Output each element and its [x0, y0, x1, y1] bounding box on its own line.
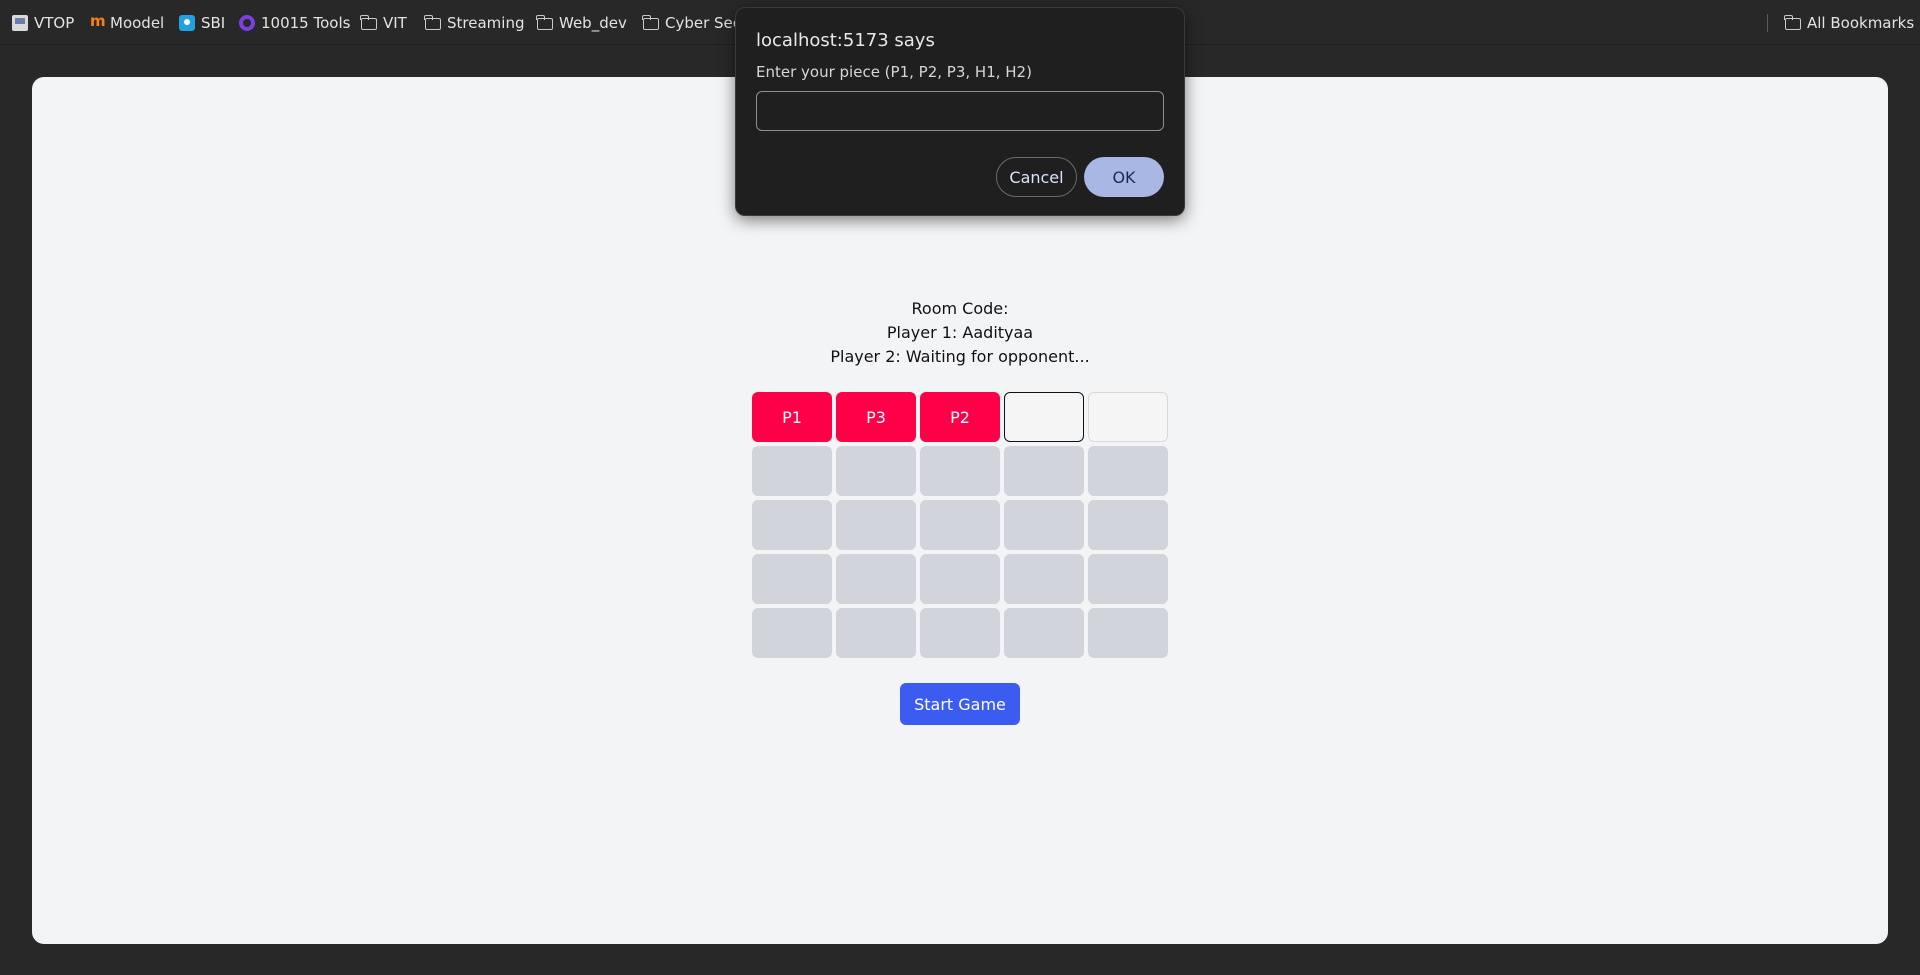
board-cell[interactable]: [1088, 608, 1168, 658]
prompt-dialog: localhost:5173 says Enter your piece (P1…: [735, 7, 1185, 216]
all-bookmarks-button[interactable]: All Bookmarks: [1784, 13, 1914, 33]
bookmarks-separator: [1767, 14, 1768, 32]
board-cell[interactable]: [1088, 554, 1168, 604]
start-game-button[interactable]: Start Game: [900, 683, 1020, 725]
cancel-button[interactable]: Cancel: [996, 157, 1077, 197]
board-cell[interactable]: [1004, 554, 1084, 604]
board-cell[interactable]: P1: [752, 392, 832, 442]
folder-icon: [360, 15, 377, 30]
board-cell[interactable]: P2: [920, 392, 1000, 442]
board-cell-selected[interactable]: [1004, 392, 1084, 442]
dialog-message: Enter your piece (P1, P2, P3, H1, H2): [756, 63, 1032, 81]
game-board: P1 P3 P2: [752, 392, 1172, 658]
bookmark-folder-web-dev[interactable]: Web_dev: [536, 13, 627, 33]
ok-button[interactable]: OK: [1084, 157, 1164, 197]
board-cell[interactable]: [920, 554, 1000, 604]
board-cell[interactable]: [836, 500, 916, 550]
tools-favicon-icon: [239, 15, 255, 31]
bookmark-moodel[interactable]: Moodel: [90, 12, 164, 33]
bookmark-10015-tools[interactable]: 10015 Tools: [239, 13, 350, 33]
board-cell[interactable]: [920, 500, 1000, 550]
bookmark-vtop[interactable]: VTOP: [12, 13, 74, 33]
board-cell[interactable]: [1088, 500, 1168, 550]
board-cell[interactable]: [836, 608, 916, 658]
board-cell[interactable]: [752, 608, 832, 658]
piece-input[interactable]: [756, 91, 1164, 131]
player-2-label: Player 2: Waiting for opponent...: [830, 347, 1090, 366]
board-cell[interactable]: [1088, 392, 1168, 442]
board-cell[interactable]: [836, 554, 916, 604]
player-1-label: Player 1: Aadityaa: [886, 323, 1034, 342]
folder-icon: [642, 15, 659, 30]
board-cell[interactable]: [836, 446, 916, 496]
bookmark-folder-vit[interactable]: VIT: [360, 13, 407, 33]
board-cell[interactable]: [1004, 446, 1084, 496]
board-cell[interactable]: [1088, 446, 1168, 496]
board-cell[interactable]: [920, 446, 1000, 496]
folder-icon: [1784, 15, 1801, 30]
room-info: Room Code: Player 1: Aadityaa Player 2: …: [32, 297, 1888, 369]
folder-icon: [536, 15, 553, 30]
board-cell[interactable]: [752, 500, 832, 550]
bookmark-sbi[interactable]: SBI: [179, 13, 225, 33]
board-cell[interactable]: [752, 446, 832, 496]
board-cell[interactable]: [1004, 608, 1084, 658]
bookmark-folder-streaming[interactable]: Streaming: [424, 13, 524, 33]
sbi-favicon-icon: [179, 15, 195, 31]
board-cell[interactable]: P3: [836, 392, 916, 442]
bookmark-folder-cyber-sec[interactable]: Cyber Sec: [642, 13, 741, 33]
board-cell[interactable]: [1004, 500, 1084, 550]
moodle-favicon-icon: [90, 12, 106, 31]
vtop-favicon-icon: [12, 15, 28, 31]
room-code-label: Room Code:: [911, 299, 1009, 318]
folder-icon: [424, 15, 441, 30]
dialog-title: localhost:5173 says: [756, 30, 935, 51]
board-cell[interactable]: [752, 554, 832, 604]
board-cell[interactable]: [920, 608, 1000, 658]
